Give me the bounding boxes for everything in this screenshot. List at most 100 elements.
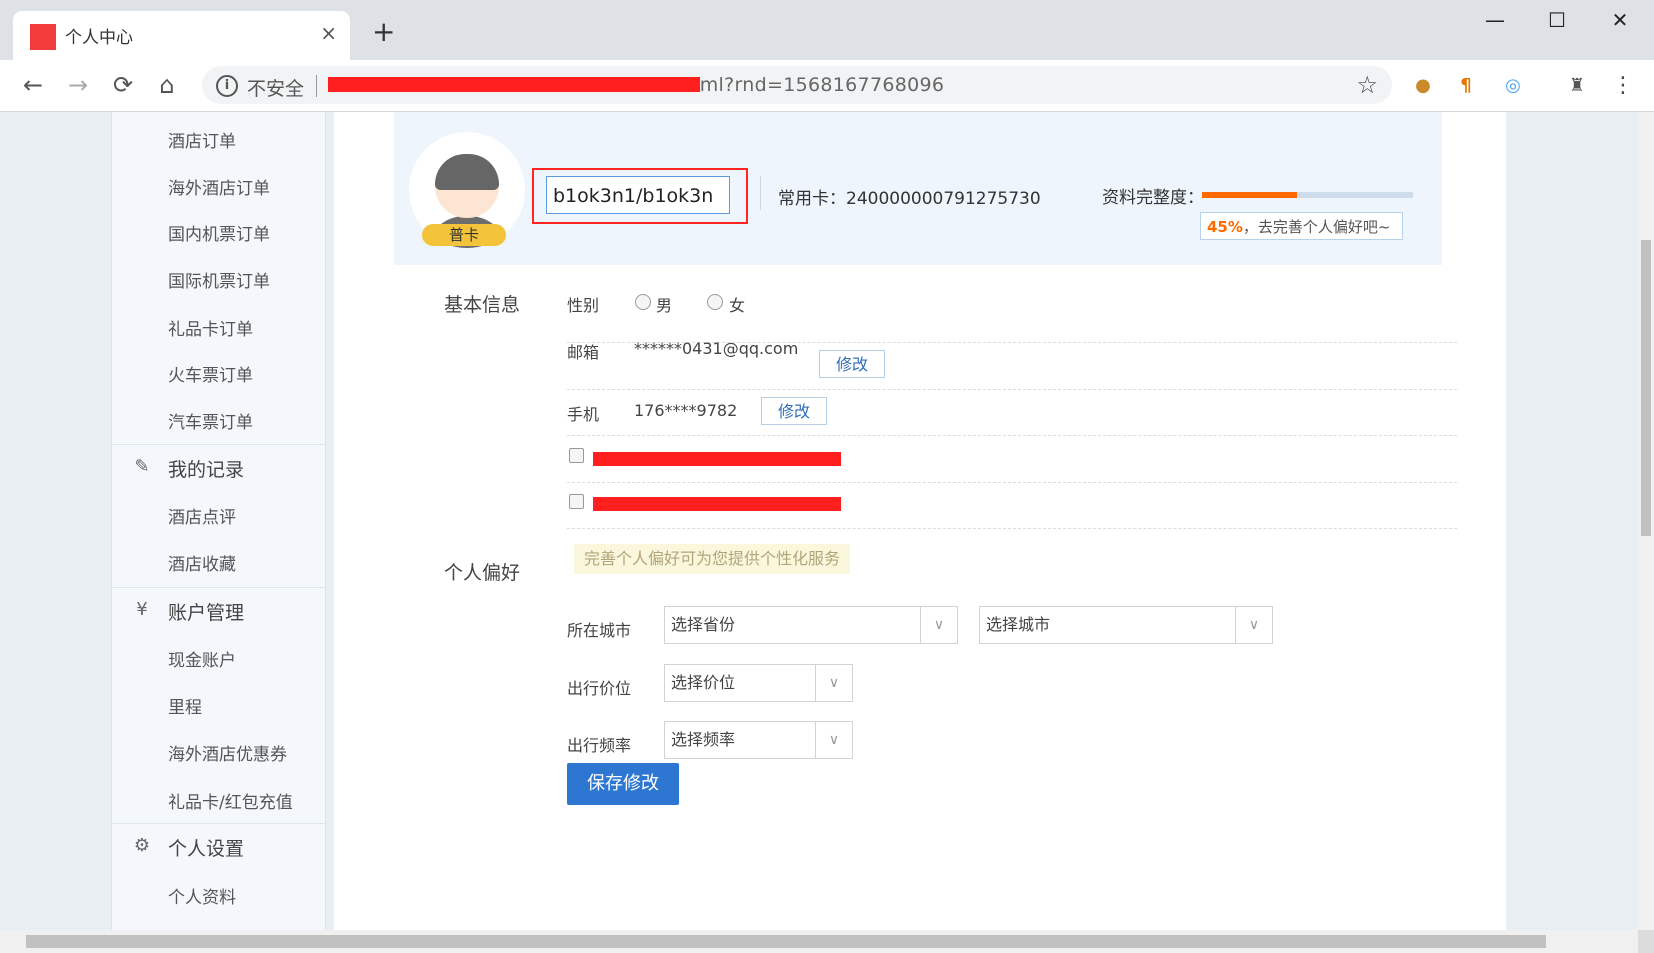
back-button[interactable]: ← xyxy=(16,68,50,102)
save-button[interactable]: 保存修改 xyxy=(567,763,679,805)
email-label: 邮箱 xyxy=(567,343,600,362)
completeness-progress-fill xyxy=(1202,192,1297,198)
extension-icon[interactable]: ♜ xyxy=(1566,75,1588,97)
gender-female-radio[interactable] xyxy=(707,294,723,310)
forward-button[interactable]: → xyxy=(61,68,95,102)
reload-button[interactable]: ⟳ xyxy=(106,68,140,102)
subscription-checkbox-2[interactable] xyxy=(569,494,584,509)
phone-label: 手机 xyxy=(567,405,600,424)
main-content: 普卡 b1ok3n1/b1ok3n 常用卡：240000000791275730… xyxy=(334,112,1506,930)
sidebar-section-settings[interactable]: 个人设置 xyxy=(168,834,244,861)
tab-favicon xyxy=(30,24,56,50)
sidebar-item-mileage[interactable]: 里程 xyxy=(168,693,202,718)
chevron-down-icon: ∨ xyxy=(1235,607,1272,643)
browser-tab[interactable]: 个人中心 × xyxy=(13,11,350,60)
omnibox-separator xyxy=(316,75,317,97)
gender-male-label[interactable]: 男 xyxy=(656,292,672,316)
insecure-label: 不安全 xyxy=(247,78,305,100)
sidebar-item-hotel-favorites[interactable]: 酒店收藏 xyxy=(168,550,236,575)
gender-male-radio[interactable] xyxy=(635,294,651,310)
edit-email-button[interactable]: 修改 xyxy=(819,350,885,378)
city-label: 所在城市 xyxy=(567,621,632,640)
gender-female-label[interactable]: 女 xyxy=(729,292,745,316)
tab-strip: 个人中心 × + — ☐ ✕ xyxy=(0,0,1654,60)
scrollbar-corner xyxy=(1638,930,1654,953)
sidebar-item-domestic-flight-orders[interactable]: 国内机票订单 xyxy=(168,220,270,245)
chevron-down-icon: ∨ xyxy=(815,665,852,701)
sidebar-item-hotel-orders[interactable]: 酒店订单 xyxy=(168,127,236,152)
frequency-select[interactable]: 选择频率 ∨ xyxy=(664,721,853,759)
city-select[interactable]: 选择城市 ∨ xyxy=(979,606,1273,644)
sidebar-item-intl-flight-orders[interactable]: 国际机票订单 xyxy=(168,267,270,292)
sidebar-item-profile[interactable]: 个人资料 xyxy=(168,883,236,908)
membership-badge: 普卡 xyxy=(422,224,506,246)
sidebar-item-bus-orders[interactable]: 汽车票订单 xyxy=(168,408,253,433)
edit-phone-button[interactable]: 修改 xyxy=(761,397,827,425)
sidebar-item-hotel-reviews[interactable]: 酒店点评 xyxy=(168,503,236,528)
sidebar: 酒店订单 海外酒店订单 国内机票订单 国际机票订单 礼品卡订单 火车票订单 汽车… xyxy=(111,112,326,930)
username-field[interactable]: b1ok3n1/b1ok3n xyxy=(546,176,730,214)
browser-menu-icon[interactable]: ⋮ xyxy=(1612,75,1634,97)
sidebar-item-train-orders[interactable]: 火车票订单 xyxy=(168,361,253,386)
completeness-progress-bar xyxy=(1202,192,1413,198)
price-select-value: 选择价位 xyxy=(671,673,736,692)
sidebar-divider xyxy=(112,444,325,445)
phone-value: 176****9782 xyxy=(634,401,738,420)
address-bar[interactable]: i 不安全 tml?rnd=1568167768096 ☆ xyxy=(202,66,1392,104)
paragraph-extension-icon[interactable]: ¶ xyxy=(1455,75,1477,97)
subscription-checkbox-1[interactable] xyxy=(569,448,584,463)
row-divider xyxy=(567,528,1457,529)
email-value: ******0431@qq.com xyxy=(634,339,799,358)
price-select[interactable]: 选择价位 ∨ xyxy=(664,664,853,702)
bookmark-star-icon[interactable]: ☆ xyxy=(1356,71,1378,99)
sidebar-divider xyxy=(112,823,325,824)
horizontal-scrollbar[interactable] xyxy=(0,930,1638,953)
new-tab-button[interactable]: + xyxy=(372,18,395,46)
completeness-percent: 45% xyxy=(1207,218,1243,236)
url-text: tml?rnd=1568167768096 xyxy=(692,74,945,96)
preferences-hint: 完善个人偏好可为您提供个性化服务 xyxy=(574,544,851,574)
redaction-bar xyxy=(328,77,700,92)
row-divider xyxy=(567,482,1457,483)
vertical-scrollbar[interactable] xyxy=(1638,112,1654,930)
city-select-value: 选择城市 xyxy=(986,615,1051,634)
record-icon: ✎ xyxy=(134,456,150,477)
circle-extension-icon[interactable]: ◎ xyxy=(1502,75,1524,97)
sidebar-item-overseas-coupons[interactable]: 海外酒店优惠券 xyxy=(168,740,287,765)
username-highlight-box: b1ok3n1/b1ok3n xyxy=(532,168,748,224)
profile-summary: 普卡 b1ok3n1/b1ok3n 常用卡：240000000791275730… xyxy=(394,112,1442,265)
sidebar-section-records[interactable]: 我的记录 xyxy=(168,455,244,482)
sidebar-item-cash-account[interactable]: 现金账户 xyxy=(168,646,236,671)
sidebar-item-gift-card-topup[interactable]: 礼品卡/红包充值 xyxy=(168,788,293,813)
close-window-button[interactable]: ✕ xyxy=(1600,8,1640,40)
minimize-button[interactable]: — xyxy=(1475,8,1515,40)
redaction-bar xyxy=(593,497,841,511)
sidebar-item-gift-card-orders[interactable]: 礼品卡订单 xyxy=(168,315,253,340)
card-number: 常用卡：240000000791275730 xyxy=(778,189,1041,209)
redaction-bar xyxy=(593,452,841,466)
maximize-button[interactable]: ☐ xyxy=(1537,8,1577,40)
info-icon[interactable]: i xyxy=(216,75,238,97)
sidebar-section-account[interactable]: 账户管理 xyxy=(168,598,244,625)
completeness-label: 资料完整度： xyxy=(1102,188,1204,208)
account-icon: ¥ xyxy=(136,599,148,620)
chevron-down-icon: ∨ xyxy=(815,722,852,758)
home-button[interactable]: ⌂ xyxy=(150,68,184,102)
section-title-basic-info: 基本信息 xyxy=(444,294,521,316)
gender-label: 性别 xyxy=(567,296,600,315)
completeness-tip-text: ，去完善个人偏好吧~ xyxy=(1242,218,1391,236)
cookie-extension-icon[interactable]: ● xyxy=(1412,75,1434,97)
completeness-tip[interactable]: 45%，去完善个人偏好吧~ xyxy=(1200,212,1403,240)
chevron-down-icon: ∨ xyxy=(920,607,957,643)
divider xyxy=(760,176,761,210)
tab-close-icon[interactable]: × xyxy=(320,21,337,45)
price-label: 出行价位 xyxy=(567,679,632,698)
province-select-value: 选择省份 xyxy=(671,615,736,634)
tab-title: 个人中心 xyxy=(65,28,133,48)
frequency-select-value: 选择频率 xyxy=(671,730,736,749)
row-divider xyxy=(567,389,1457,390)
vertical-scroll-thumb[interactable] xyxy=(1641,240,1651,536)
horizontal-scroll-thumb[interactable] xyxy=(26,935,1546,948)
sidebar-item-overseas-hotel-orders[interactable]: 海外酒店订单 xyxy=(168,174,270,199)
province-select[interactable]: 选择省份 ∨ xyxy=(664,606,958,644)
